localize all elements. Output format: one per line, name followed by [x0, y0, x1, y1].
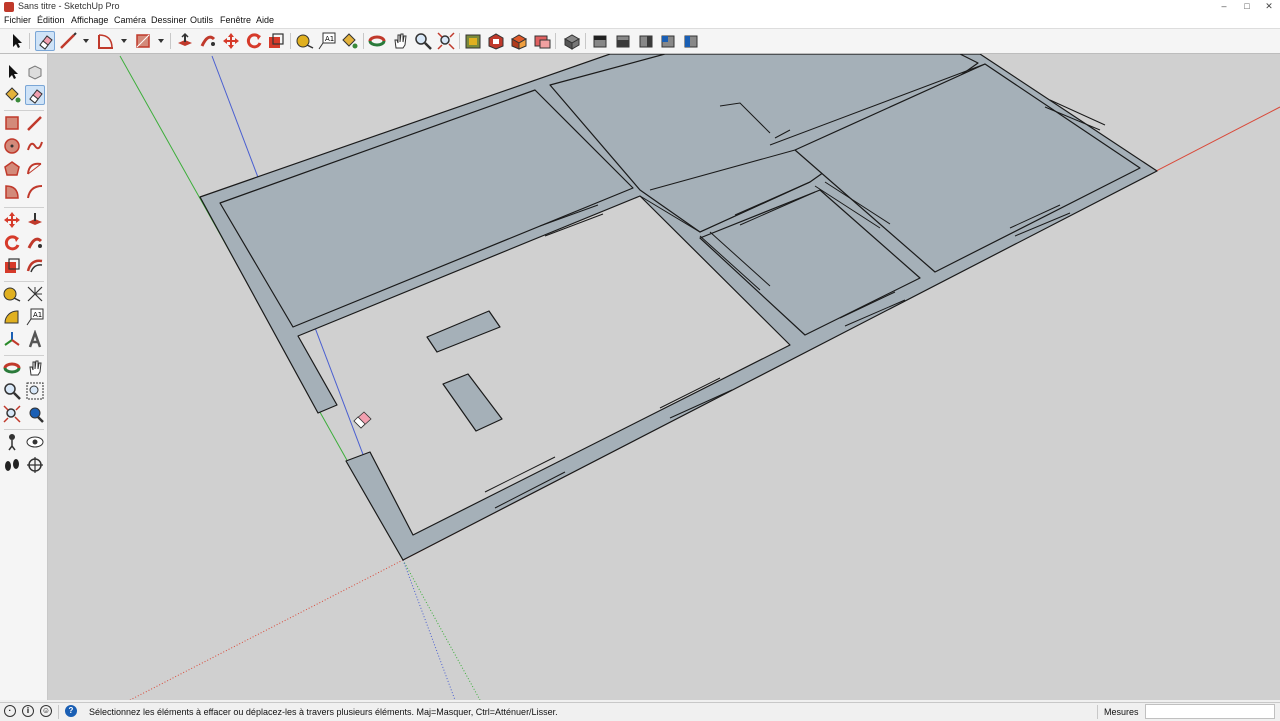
look-around-icon[interactable]	[25, 432, 45, 452]
move-icon[interactable]	[2, 210, 22, 230]
interior-rectangle-2	[442, 373, 503, 432]
scale-tool-icon[interactable]	[266, 31, 286, 51]
zoom-extents-icon[interactable]	[2, 404, 22, 424]
axes-icon[interactable]	[2, 330, 22, 350]
zoom-icon[interactable]	[2, 381, 22, 401]
top-view-icon[interactable]	[590, 31, 610, 51]
left-view-icon[interactable]	[681, 31, 701, 51]
zoom-tool-icon[interactable]	[413, 31, 433, 51]
maximize-icon[interactable]: □	[1237, 1, 1257, 12]
arc-dropdown-icon[interactable]	[120, 37, 128, 45]
close-icon[interactable]: ✕	[1259, 1, 1279, 12]
rotate-icon[interactable]	[2, 233, 22, 253]
svg-text:A1: A1	[325, 35, 334, 43]
window-title: Sans titre - SketchUp Pro	[18, 1, 120, 11]
pan-icon[interactable]	[25, 358, 45, 378]
position-camera-icon[interactable]	[2, 432, 22, 452]
menu-affichage[interactable]: Affichage	[71, 15, 108, 25]
text-icon[interactable]: A1	[25, 307, 45, 327]
polygon-icon[interactable]	[2, 159, 22, 179]
model-canvas[interactable]	[48, 54, 1280, 700]
red-axis-negative	[129, 559, 404, 700]
menu-aide[interactable]: Aide	[256, 15, 274, 25]
rotate-tool-icon[interactable]	[244, 31, 264, 51]
user-icon[interactable]: ☺	[40, 705, 52, 717]
arc-tool-icon[interactable]	[96, 31, 116, 51]
arc-icon[interactable]	[25, 159, 45, 179]
minimize-icon[interactable]: –	[1214, 1, 1234, 12]
menu-edition[interactable]: Édition	[37, 15, 65, 25]
select-icon[interactable]	[2, 62, 22, 82]
warehouse-icon[interactable]	[463, 31, 483, 51]
title-bar: Sans titre - SketchUp Pro – □ ✕	[0, 0, 1280, 15]
help-icon[interactable]: ?	[65, 705, 77, 717]
menu-fichier[interactable]: Fichier	[4, 15, 31, 25]
orbit-icon[interactable]	[2, 358, 22, 378]
drawing-area[interactable]	[48, 54, 1280, 700]
pie-icon[interactable]	[2, 182, 22, 202]
previous-view-icon[interactable]	[25, 404, 45, 424]
status-hint: Sélectionnez les éléments à effacer ou d…	[89, 707, 558, 717]
section-plane-icon[interactable]	[25, 455, 45, 475]
menu-outils[interactable]: Outils	[190, 15, 213, 25]
info-icon[interactable]: i	[22, 705, 34, 717]
front-view-icon[interactable]	[613, 31, 633, 51]
two-point-arc-icon[interactable]	[25, 182, 45, 202]
tape-measure-icon[interactable]	[2, 284, 22, 304]
eraser-tool-icon[interactable]	[35, 31, 55, 51]
tool-palette: A1	[0, 54, 48, 700]
interior-rectangle-1	[426, 310, 501, 353]
sketchup-logo-icon	[4, 2, 14, 12]
zoom-window-icon[interactable]	[25, 381, 45, 401]
tape-measure-tool-icon[interactable]	[295, 31, 315, 51]
paint-bucket-icon[interactable]	[2, 85, 22, 105]
right-view-icon[interactable]	[636, 31, 656, 51]
3d-text-icon[interactable]	[25, 330, 45, 350]
iso-view-icon[interactable]	[562, 31, 582, 51]
rectangle-icon[interactable]	[2, 113, 22, 133]
protractor-icon[interactable]	[2, 307, 22, 327]
main-toolbar: A1	[0, 29, 1280, 54]
extension-warehouse-icon[interactable]	[486, 31, 506, 51]
line-dropdown-icon[interactable]	[82, 37, 90, 45]
make-component-icon[interactable]	[25, 62, 45, 82]
menu-camera[interactable]: Caméra	[114, 15, 146, 25]
svg-text:A1: A1	[33, 311, 42, 319]
status-bar: · i ☺ ? Sélectionnez les éléments à effa…	[0, 702, 1280, 721]
select-tool-icon[interactable]	[6, 31, 26, 51]
text-tool-icon[interactable]: A1	[317, 31, 337, 51]
georeference-icon[interactable]: ·	[4, 705, 16, 717]
walk-icon[interactable]	[2, 455, 22, 475]
line-tool-icon[interactable]	[58, 31, 78, 51]
push-pull-tool-icon[interactable]	[175, 31, 195, 51]
freehand-icon[interactable]	[25, 136, 45, 156]
move-tool-icon[interactable]	[221, 31, 241, 51]
styles-icon[interactable]	[532, 31, 552, 51]
eraser-icon[interactable]	[25, 85, 45, 105]
circle-icon[interactable]	[2, 136, 22, 156]
menu-fenetre[interactable]: Fenêtre	[220, 15, 251, 25]
push-pull-icon[interactable]	[25, 210, 45, 230]
eraser-cursor-icon	[353, 411, 372, 429]
components-icon[interactable]	[509, 31, 529, 51]
menu-dessiner[interactable]: Dessiner	[151, 15, 187, 25]
back-view-icon[interactable]	[658, 31, 678, 51]
measures-label: Mesures	[1104, 707, 1139, 717]
pan-tool-icon[interactable]	[390, 31, 410, 51]
green-axis-negative	[402, 559, 481, 700]
orbit-tool-icon[interactable]	[367, 31, 387, 51]
scale-icon[interactable]	[2, 256, 22, 276]
follow-me-tool-icon[interactable]	[198, 31, 218, 51]
line-icon[interactable]	[25, 113, 45, 133]
blue-axis-negative	[402, 559, 456, 700]
menu-bar: Fichier Édition Affichage Caméra Dessine…	[0, 14, 1280, 29]
follow-me-icon[interactable]	[25, 233, 45, 253]
dimension-icon[interactable]	[25, 284, 45, 304]
paint-bucket-tool-icon[interactable]	[339, 31, 359, 51]
zoom-extents-tool-icon[interactable]	[436, 31, 456, 51]
rectangle-dropdown-icon[interactable]	[157, 37, 165, 45]
offset-icon[interactable]	[25, 256, 45, 276]
measures-input[interactable]	[1145, 704, 1275, 719]
rectangle-tool-icon[interactable]	[133, 31, 153, 51]
